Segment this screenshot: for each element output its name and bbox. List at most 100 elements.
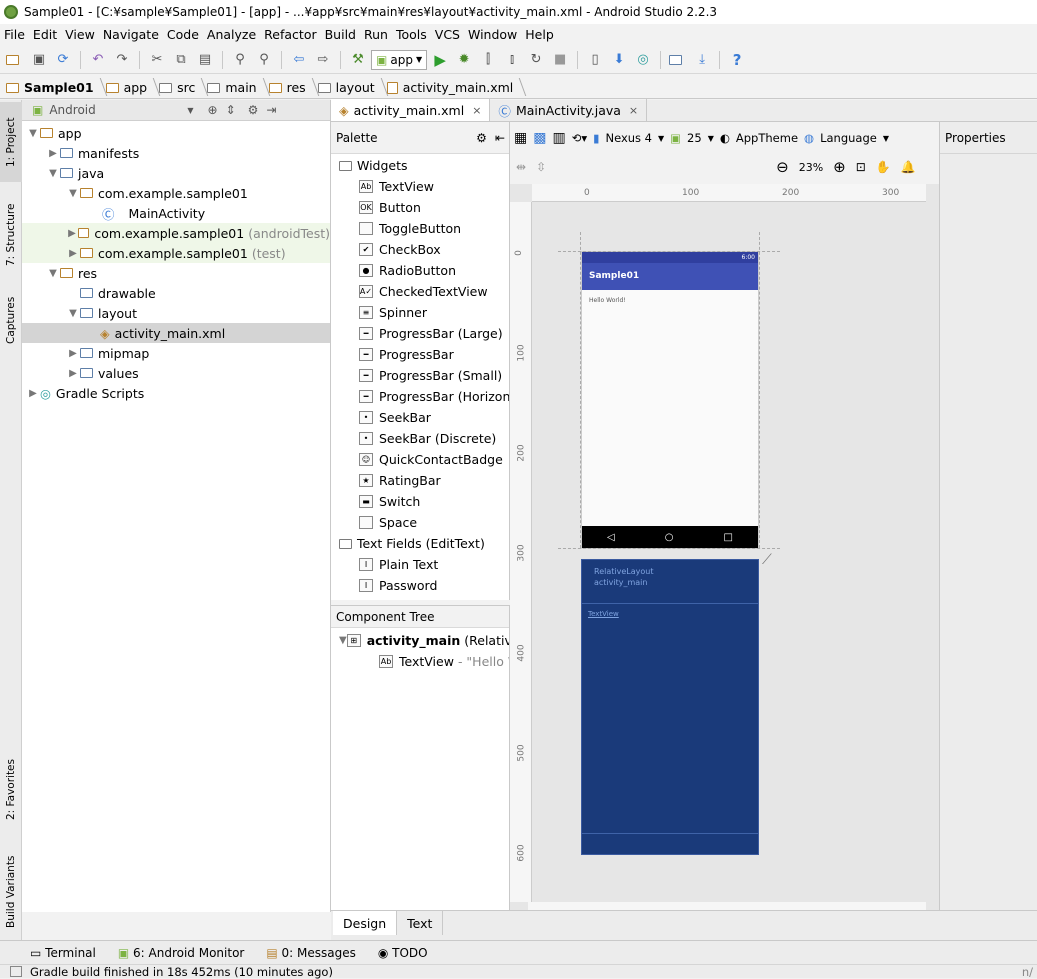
menu-navigate[interactable]: Navigate [99,27,163,42]
notification-bell-icon[interactable]: 🔔 [901,160,916,174]
breadcrumb-app[interactable]: app [105,80,156,95]
tree-item[interactable]: ▼ com.example.sample01 [22,183,330,203]
zoom-out-icon[interactable]: ⊖ [776,158,789,176]
expand-arrow-icon[interactable]: ▶ [66,228,78,239]
tree-item[interactable]: ▶ manifests [22,143,330,163]
menu-vcs[interactable]: VCS [431,27,464,42]
blueprint-textview[interactable]: TextView [582,604,758,618]
palette-item[interactable]: IPassword (Numeric) [339,596,509,599]
breadcrumb-main[interactable]: main [207,80,264,95]
breadcrumb-src[interactable]: src [159,80,203,95]
tree-item[interactable]: ▶ com.example.sample01 (test) [22,243,330,263]
palette-item[interactable]: I Password [339,575,509,596]
expand-arrow-icon[interactable]: ▶ [66,348,80,359]
device-select[interactable]: Nexus 4 [605,131,652,145]
palette-item[interactable]: ★ RatingBar [339,470,509,491]
palette-item[interactable]: A✓ CheckedTextView [339,281,509,302]
stop-icon[interactable]: ■ [549,49,571,71]
replace-icon[interactable]: ⚲ [253,49,275,71]
find-icon[interactable]: ⚲ [229,49,251,71]
menu-tools[interactable]: Tools [392,27,431,42]
sdk-manager-icon[interactable]: ⬇ [608,49,630,71]
tab-text[interactable]: Text [397,911,444,935]
tree-item[interactable]: ▶ com.example.sample01 (androidTest) [22,223,330,243]
project-view-select[interactable]: Android [49,103,187,117]
redo-icon[interactable]: ↷ [111,49,133,71]
device-preview[interactable]: 6:00 Sample01 Hello World! ◁ ○ □ [581,251,759,549]
hide-panel-icon[interactable]: ⇤ [495,131,505,145]
project-structure-icon[interactable] [667,49,689,71]
language-select[interactable]: Language [820,131,877,145]
tool-tab-structure[interactable]: 7: Structure [0,200,22,270]
canvas[interactable]: 0 100 200 300 0 100 200 300 400 500 600 … [510,184,940,910]
close-icon[interactable]: × [629,104,638,117]
menu-code[interactable]: Code [163,27,203,42]
hide-panel-icon[interactable]: ⇥ [266,103,276,117]
tool-window-messages[interactable]: ▤ 0: Messages [266,946,356,960]
tool-tab-favorites[interactable]: 2: Favorites [0,755,22,825]
palette-item[interactable]: ☺ QuickContactBadge [339,449,509,470]
palette-item[interactable]: ▬ Switch [339,491,509,512]
tree-item[interactable]: ▶ ◎ Gradle Scripts [22,383,330,403]
blueprint-preview[interactable]: RelativeLayout activity_main TextView [581,559,759,855]
collapse-arrow-icon[interactable]: ▼ [46,268,60,279]
forward-icon[interactable]: ⇨ [312,49,334,71]
menu-refactor[interactable]: Refactor [260,27,320,42]
make-project-icon[interactable]: ⚒ [347,49,369,71]
collapse-arrow-icon[interactable]: ▼ [66,308,80,319]
pan-hand-icon[interactable]: ✋ [876,160,891,174]
menu-analyze[interactable]: Analyze [203,27,260,42]
tool-window-android-monitor[interactable]: ▣ 6: Android Monitor [118,946,244,960]
run-config-select[interactable]: ▣ app ▼ [371,49,428,70]
palette-item[interactable]: I Plain Text [339,554,509,575]
palette-item[interactable]: ━ ProgressBar (Horizontal) [339,386,509,407]
breadcrumb-sample01[interactable]: Sample01 [6,80,102,95]
tree-item[interactable]: ▶ mipmap [22,343,330,363]
tree-item[interactable]: drawable [22,283,330,303]
tab-main-activity-java[interactable]: Ⓒ MainActivity.java × [490,99,648,121]
sync-icon[interactable]: ⟳ [52,49,74,71]
theme-select[interactable]: AppTheme [736,131,798,145]
download-sdk-icon[interactable]: ⤓ [691,49,713,71]
autoconnect-icon[interactable]: ⇳ [536,160,546,174]
palette-item[interactable]: OK Button [339,197,509,218]
expand-arrow-icon[interactable]: ▶ [66,368,80,379]
tree-item[interactable]: ▼ res [22,263,330,283]
palette-item[interactable]: ━ ProgressBar (Large) [339,323,509,344]
chevron-down-icon[interactable]: ▼ [187,106,193,115]
sync-scroll-icon[interactable]: ⊕ [208,103,218,117]
apply-changes-icon[interactable]: ↻ [525,49,547,71]
undo-icon[interactable]: ↶ [87,49,109,71]
palette-item[interactable]: ● RadioButton [339,260,509,281]
menu-edit[interactable]: Edit [29,27,61,42]
menu-view[interactable]: View [61,27,99,42]
palette-item[interactable]: ━ ProgressBar (Small) [339,365,509,386]
expand-arrow-icon[interactable]: ▶ [46,148,60,159]
back-icon[interactable]: ⇦ [288,49,310,71]
avd-manager-icon[interactable]: ▯ [584,49,606,71]
tree-item[interactable]: ▼ app [22,123,330,143]
horizontal-scrollbar[interactable] [528,902,926,910]
gradle-sync-icon[interactable]: ◎ [632,49,654,71]
tree-item[interactable]: ◈ activity_main.xml [22,323,330,343]
palette-item[interactable]: Space [339,512,509,533]
tool-tab-captures[interactable]: Captures [0,290,22,350]
palette-item[interactable]: Ab TextView [339,176,509,197]
resize-handle-icon[interactable]: ⟋ [762,552,772,568]
menu-build[interactable]: Build [321,27,360,42]
show-constraints-icon[interactable]: ⇹ [516,160,526,174]
palette-item[interactable]: ━ ProgressBar [339,344,509,365]
paste-icon[interactable]: ▤ [194,49,216,71]
palette-section-header[interactable]: Text Fields (EditText) [339,533,509,554]
design-view-icon[interactable]: ▦ [514,130,527,146]
palette-item[interactable]: • SeekBar [339,407,509,428]
tool-window-terminal[interactable]: ▭ Terminal [30,946,96,960]
tree-item[interactable]: Ⓒ MainActivity [22,203,330,223]
palette-item[interactable]: ≡ Spinner [339,302,509,323]
expand-arrow-icon[interactable]: ▶ [26,388,40,399]
menu-run[interactable]: Run [360,27,392,42]
palette-section-header[interactable]: Widgets [339,155,509,176]
tab-design[interactable]: Design [333,911,398,935]
collapse-arrow-icon[interactable]: ▼ [339,635,347,646]
palette-item[interactable]: ✔ CheckBox [339,239,509,260]
